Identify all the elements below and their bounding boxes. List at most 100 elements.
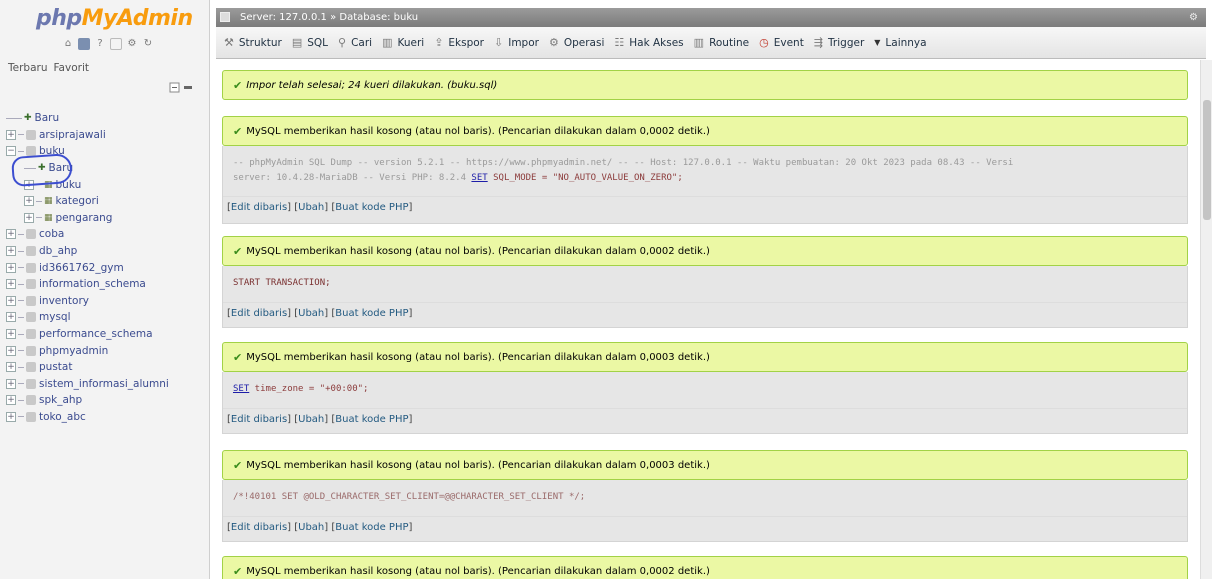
tab-label: Ekspor <box>448 36 484 49</box>
tab-kueri[interactable]: ▥ Kueri <box>382 36 424 49</box>
privileges-icon: ☷ <box>614 36 625 49</box>
database-icon <box>26 295 36 306</box>
sql-keyword-link[interactable]: SET <box>233 384 249 394</box>
expand-icon[interactable]: + <box>6 329 16 340</box>
create-php-code-link[interactable]: Buat kode PHP <box>335 308 408 319</box>
import-success-notice: ✔ Impor telah selesai; 24 kueri dilakuka… <box>222 70 1188 100</box>
tree-item-database[interactable]: + information_schema <box>6 276 209 293</box>
tree-item-table[interactable]: + ▦ pengarang <box>6 210 209 227</box>
expand-icon[interactable]: + <box>6 229 16 240</box>
expand-icon[interactable]: + <box>6 378 16 389</box>
tree-item-new[interactable]: ✚ Baru <box>6 110 209 127</box>
create-php-code-link[interactable]: Buat kode PHP <box>335 202 408 213</box>
database-icon <box>26 345 36 356</box>
create-php-code-link[interactable]: Buat kode PHP <box>335 522 408 533</box>
tree-item-database[interactable]: + mysql <box>6 309 209 326</box>
expand-icon[interactable]: + <box>24 179 34 190</box>
edit-inline-link[interactable]: Edit dibaris <box>231 522 287 533</box>
tree-item-database[interactable]: + pustat <box>6 359 209 376</box>
database-icon <box>26 129 36 140</box>
scrollbar-thumb[interactable] <box>1203 100 1211 220</box>
tab-label: Impor <box>508 36 539 49</box>
tree-item-database[interactable]: + arsiprajawali <box>6 127 209 144</box>
sql-query-block: SET time_zone = "+00:00"; [Edit dibaris]… <box>222 372 1188 434</box>
table-icon: ▦ <box>44 212 53 223</box>
expand-icon[interactable]: + <box>6 411 16 422</box>
tree-item-table[interactable]: + ▦ buku <box>6 176 209 193</box>
tree-connector <box>18 150 24 152</box>
tree-item-database[interactable]: + spk_ahp <box>6 392 209 409</box>
tab-routine[interactable]: ▥ Routine <box>694 36 749 49</box>
expand-icon[interactable]: + <box>6 279 16 290</box>
tab-hak-akses[interactable]: ☷ Hak Akses <box>614 36 683 49</box>
tree-item-database[interactable]: + sistem_informasi_alumni <box>6 376 209 393</box>
edit-link[interactable]: Ubah <box>298 202 324 213</box>
edit-link[interactable]: Ubah <box>298 414 324 425</box>
vertical-scrollbar[interactable] <box>1200 60 1212 579</box>
tree-item-label: id3661762_gym <box>39 261 124 274</box>
tree-item-table[interactable]: + ▦ kategori <box>6 193 209 210</box>
tab-struktur[interactable]: ⚒ Struktur <box>224 36 282 49</box>
tree-connector <box>18 134 24 136</box>
edit-inline-link[interactable]: Edit dibaris <box>231 202 287 213</box>
breadcrumb-server[interactable]: Server: 127.0.0.1 <box>240 12 327 23</box>
tree-item-database[interactable]: + inventory <box>6 293 209 310</box>
check-icon: ✔ <box>233 564 243 578</box>
tree-item-new[interactable]: ✚ Baru <box>6 160 209 177</box>
database-icon <box>26 262 36 273</box>
collapse-icon[interactable]: − <box>6 146 16 157</box>
logout-icon[interactable] <box>78 38 90 50</box>
edit-link[interactable]: Ubah <box>298 308 324 319</box>
settings-icon[interactable]: ⚙ <box>126 38 138 50</box>
tree-connector <box>18 283 24 285</box>
expand-icon[interactable]: + <box>6 395 16 406</box>
tab-ekspor[interactable]: ⇪ Ekspor <box>434 36 484 49</box>
tab-lainnya[interactable]: ▼ Lainnya <box>874 37 926 49</box>
expand-icon[interactable]: + <box>6 362 16 373</box>
tree-connector <box>18 399 24 401</box>
tab-cari[interactable]: ⚲ Cari <box>338 36 372 49</box>
breadcrumb-database[interactable]: Database: buku <box>339 12 418 23</box>
tab-operasi[interactable]: ⚙ Operasi <box>549 36 604 49</box>
edit-link[interactable]: Ubah <box>298 522 324 533</box>
collapse-all-icon[interactable] <box>168 82 196 94</box>
tab-favorites[interactable]: Favorit <box>53 62 89 74</box>
tree-item-database[interactable]: + db_ahp <box>6 243 209 260</box>
docs-icon[interactable] <box>110 38 122 50</box>
create-php-code-link[interactable]: Buat kode PHP <box>335 414 408 425</box>
tree-item-database[interactable]: + id3661762_gym <box>6 259 209 276</box>
tab-trigger[interactable]: ⇶ Trigger <box>814 36 864 49</box>
expand-icon[interactable]: + <box>6 262 16 273</box>
expand-icon[interactable]: + <box>6 295 16 306</box>
database-icon <box>26 312 36 323</box>
edit-inline-link[interactable]: Edit dibaris <box>231 308 287 319</box>
expand-icon[interactable]: + <box>24 196 34 207</box>
query-actions: [Edit dibaris] [Ubah] [Buat kode PHP] <box>227 522 413 533</box>
tree-item-database[interactable]: + phpmyadmin <box>6 342 209 359</box>
tab-impor[interactable]: ⇩ Impor <box>494 36 539 49</box>
tab-recent[interactable]: Terbaru <box>8 62 47 74</box>
check-icon: ✔ <box>233 350 243 364</box>
tree-item-database[interactable]: − buku <box>6 143 209 160</box>
help-icon[interactable]: ? <box>94 38 106 50</box>
tree-item-database[interactable]: + toko_abc <box>6 409 209 426</box>
expand-icon[interactable]: + <box>6 129 16 140</box>
tab-event[interactable]: ◷ Event <box>759 36 804 49</box>
phpmyadmin-logo[interactable]: phpMyAdmin <box>36 6 193 31</box>
database-icon <box>26 362 36 373</box>
expand-icon[interactable]: + <box>6 345 16 356</box>
sql-query-block: -- phpMyAdmin SQL Dump -- version 5.2.1 … <box>222 146 1188 224</box>
tree-item-database[interactable]: + performance_schema <box>6 326 209 343</box>
sql-keyword-link[interactable]: SET <box>471 173 487 183</box>
expand-icon[interactable]: + <box>6 312 16 323</box>
expand-icon[interactable]: + <box>6 246 16 257</box>
home-icon[interactable]: ⌂ <box>62 38 74 50</box>
tab-sql[interactable]: ▤ SQL <box>292 36 328 49</box>
tree-item-database[interactable]: + coba <box>6 226 209 243</box>
settings-icon[interactable]: ⚙ <box>1189 8 1198 27</box>
expand-icon[interactable]: + <box>24 212 34 223</box>
window-icon <box>220 12 230 22</box>
edit-inline-link[interactable]: Edit dibaris <box>231 414 287 425</box>
reload-icon[interactable]: ↻ <box>142 38 154 50</box>
query-result-notice: ✔ MySQL memberikan hasil kosong (atau no… <box>222 236 1188 266</box>
